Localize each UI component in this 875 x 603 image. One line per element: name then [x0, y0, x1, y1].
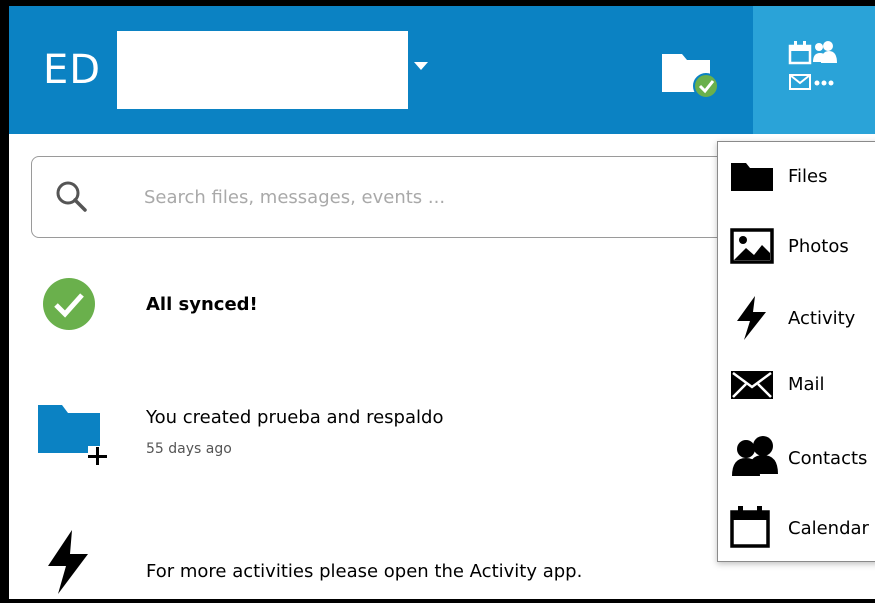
- menu-item-label: Contacts: [788, 448, 868, 469]
- folder-icon: [731, 163, 773, 191]
- search-icon: [56, 181, 87, 212]
- menu-item-activity[interactable]: Activity: [718, 288, 875, 348]
- synced-check-icon: [43, 278, 95, 330]
- sync-status-text: All synced!: [146, 294, 258, 315]
- apps-dropdown-menu: Files Photos Activity Mail Contacts Cale…: [717, 141, 875, 562]
- more-activities-text[interactable]: For more activities please open the Acti…: [146, 561, 582, 582]
- lightning-icon: [48, 530, 88, 594]
- lightning-icon: [737, 296, 766, 340]
- account-name-redacted[interactable]: [117, 31, 408, 109]
- activity-timestamp: 55 days ago: [146, 441, 232, 457]
- folder-added-icon: [38, 405, 108, 466]
- account-dropdown-caret-icon[interactable]: [414, 62, 428, 70]
- menu-item-label: Photos: [788, 236, 849, 257]
- contacts-icon: [732, 436, 778, 476]
- apps-grid-icon: [788, 41, 837, 90]
- mail-icon: [731, 371, 773, 399]
- menu-item-label: Mail: [788, 374, 825, 395]
- menu-item-label: Calendar: [788, 518, 869, 539]
- menu-item-mail[interactable]: Mail: [718, 358, 875, 418]
- menu-item-calendar[interactable]: Calendar: [718, 498, 875, 558]
- header-bar: ED: [9, 6, 875, 134]
- sync-status-folder-icon[interactable]: [660, 50, 720, 98]
- menu-item-files[interactable]: Files: [718, 146, 875, 206]
- search-input[interactable]: [144, 179, 704, 215]
- menu-item-contacts[interactable]: Contacts: [718, 428, 875, 488]
- account-initials[interactable]: ED: [43, 50, 101, 90]
- apps-menu-button[interactable]: [753, 6, 875, 134]
- menu-item-label: Files: [788, 166, 828, 187]
- menu-item-photos[interactable]: Photos: [718, 216, 875, 276]
- activity-title[interactable]: You created prueba and respaldo: [146, 407, 443, 428]
- image-icon: [730, 228, 774, 264]
- menu-item-label: Activity: [788, 308, 856, 329]
- search-box[interactable]: [31, 156, 731, 238]
- calendar-icon: [730, 506, 770, 548]
